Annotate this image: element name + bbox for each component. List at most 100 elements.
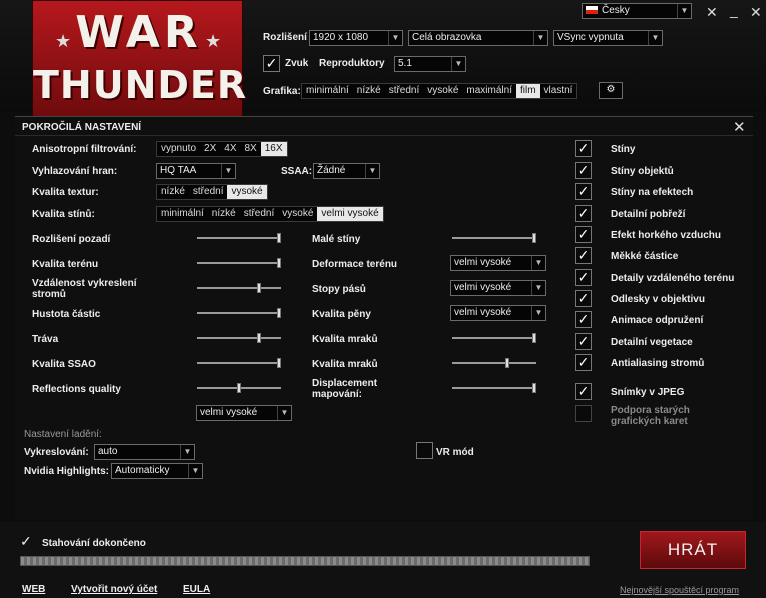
slider-handle[interactable] [277, 358, 281, 368]
ssaa-select[interactable]: Žádné ▼ [313, 163, 380, 179]
clouds-quality-slider[interactable] [452, 333, 536, 343]
graphics-preset-option[interactable]: maximální [462, 84, 516, 98]
slider-handle[interactable] [277, 308, 281, 318]
slider-handle[interactable] [505, 358, 509, 368]
feature-checkbox-label: Animace odpružení [611, 315, 704, 326]
feature-checkbox[interactable] [575, 405, 592, 422]
slider-handle[interactable] [532, 333, 536, 343]
graphics-preset-option[interactable]: minimální [302, 84, 353, 98]
feature-checkbox[interactable]: ✓ [575, 247, 592, 264]
feature-checkbox[interactable]: ✓ [575, 205, 592, 222]
slider-handle[interactable] [277, 258, 281, 268]
clouds-quality-slider-2[interactable] [452, 358, 536, 368]
feature-checkbox[interactable]: ✓ [575, 162, 592, 179]
graphics-preset-selector[interactable]: minimální nízké střední vysoké maximální film… [301, 83, 578, 99]
slider-handle[interactable] [277, 233, 281, 243]
resolution-select[interactable]: 1920 x 1080 ▼ [309, 30, 403, 46]
graphics-preset-option[interactable]: střední [385, 84, 424, 98]
terrain-deform-label: Deformace terénu [312, 259, 398, 270]
minimize-icon[interactable]: _ [730, 2, 738, 18]
chevron-down-icon: ▼ [677, 4, 691, 18]
feature-checkbox-label: Detailní pobřeží [611, 209, 686, 220]
shadow-option[interactable]: střední [240, 207, 279, 221]
graphics-preset-option[interactable]: vlastní [540, 84, 577, 98]
language-select[interactable]: Česky ▼ [582, 3, 692, 19]
slider-track [452, 237, 536, 239]
aniso-option[interactable]: vypnuto [157, 142, 200, 156]
eula-link[interactable]: EULA [183, 584, 210, 595]
feature-checkbox[interactable]: ✓ [575, 333, 592, 350]
slider-track [197, 362, 281, 364]
slider-handle[interactable] [237, 383, 241, 393]
particle-density-slider[interactable] [197, 308, 281, 318]
graphics-preset-option[interactable]: film [515, 84, 540, 98]
shadow-option[interactable]: vysoké [278, 207, 317, 221]
texture-option[interactable]: střední [189, 185, 228, 199]
feature-checkbox[interactable]: ✓ [575, 290, 592, 307]
displacement-slider[interactable] [452, 383, 536, 393]
vsync-select[interactable]: VSync vypnuta ▼ [553, 30, 663, 46]
play-button[interactable]: HRÁT [640, 531, 746, 569]
texture-option[interactable]: nízké [157, 185, 189, 199]
shadow-option[interactable]: nízké [208, 207, 240, 221]
aniso-option[interactable]: 8X [241, 142, 261, 156]
sound-checkbox[interactable]: ✓ [263, 55, 280, 72]
window-mode-select[interactable]: Celá obrazovka ▼ [408, 30, 548, 46]
graphics-preset-option[interactable]: vysoké [423, 84, 462, 98]
tracks-label: Stopy pásů [312, 284, 366, 295]
background-resolution-slider[interactable] [197, 233, 281, 243]
speakers-select[interactable]: 5.1 ▼ [394, 56, 466, 72]
grass-slider[interactable] [197, 333, 281, 343]
vr-mode-checkbox[interactable] [416, 442, 433, 459]
shadow-option[interactable]: minimální [157, 207, 208, 221]
reflections-select[interactable]: velmi vysoké ▼ [196, 405, 292, 421]
tree-distance-slider[interactable] [197, 283, 281, 293]
aniso-option[interactable]: 16X [260, 142, 287, 156]
slider-label: Rozlišení pozadí [32, 234, 111, 245]
feature-checkbox[interactable]: ✓ [575, 226, 592, 243]
feature-checkbox[interactable]: ✓ [575, 269, 592, 286]
close-icon[interactable]: ✕ [733, 118, 746, 136]
shadow-selector[interactable]: minimální nízké střední vysoké velmi vysoké [156, 206, 384, 222]
feature-checkbox[interactable]: ✓ [575, 311, 592, 328]
terrain-deform-value: velmi vysoké [454, 257, 512, 268]
texture-option[interactable]: vysoké [227, 185, 267, 199]
reflections-slider[interactable] [197, 383, 281, 393]
slider-track [452, 387, 536, 389]
graphics-preset-option[interactable]: nízké [353, 84, 385, 98]
feature-checkbox-label: Snímky v JPEG [611, 387, 685, 398]
feature-checkbox[interactable]: ✓ [575, 354, 592, 371]
window-mode-value: Celá obrazovka [412, 32, 482, 43]
progress-fill [21, 557, 589, 565]
slider-handle[interactable] [257, 333, 261, 343]
newest-launcher-link[interactable]: Nejnovější spouštěcí program [620, 585, 739, 595]
slider-handle[interactable] [532, 383, 536, 393]
tracks-select[interactable]: velmi vysoké ▼ [450, 280, 546, 296]
slider-handle[interactable] [532, 233, 536, 243]
aa-select[interactable]: HQ TAA ▼ [156, 163, 236, 179]
terrain-quality-slider[interactable] [197, 258, 281, 268]
feature-checkbox[interactable]: ✓ [575, 183, 592, 200]
chevron-down-icon: ▼ [531, 256, 545, 270]
small-shadows-slider[interactable] [452, 233, 536, 243]
render-select[interactable]: auto ▼ [94, 444, 195, 460]
slider-handle[interactable] [257, 283, 261, 293]
nvidia-select[interactable]: Automaticky ▼ [111, 463, 203, 479]
web-link[interactable]: WEB [22, 584, 45, 595]
aniso-option[interactable]: 4X [220, 142, 240, 156]
foam-select[interactable]: velmi vysoké ▼ [450, 305, 546, 321]
aniso-option[interactable]: 2X [200, 142, 220, 156]
shadow-option[interactable]: velmi vysoké [317, 207, 383, 221]
gear-icon[interactable]: ⚙ [599, 82, 623, 99]
aniso-selector[interactable]: vypnuto 2X 4X 8X 16X [156, 141, 288, 157]
foam-label: Kvalita pěny [312, 309, 371, 320]
terrain-deform-select[interactable]: velmi vysoké ▼ [450, 255, 546, 271]
settings-tools-icon[interactable]: ✕ [706, 4, 718, 21]
feature-checkbox[interactable]: ✓ [575, 140, 592, 157]
feature-checkbox[interactable]: ✓ [575, 383, 592, 400]
texture-selector[interactable]: nízké střední vysoké [156, 184, 268, 200]
chevron-down-icon: ▼ [451, 57, 465, 71]
ssao-slider[interactable] [197, 358, 281, 368]
close-icon[interactable]: ✕ [750, 4, 762, 21]
new-account-link[interactable]: Vytvořit nový účet [71, 584, 157, 595]
